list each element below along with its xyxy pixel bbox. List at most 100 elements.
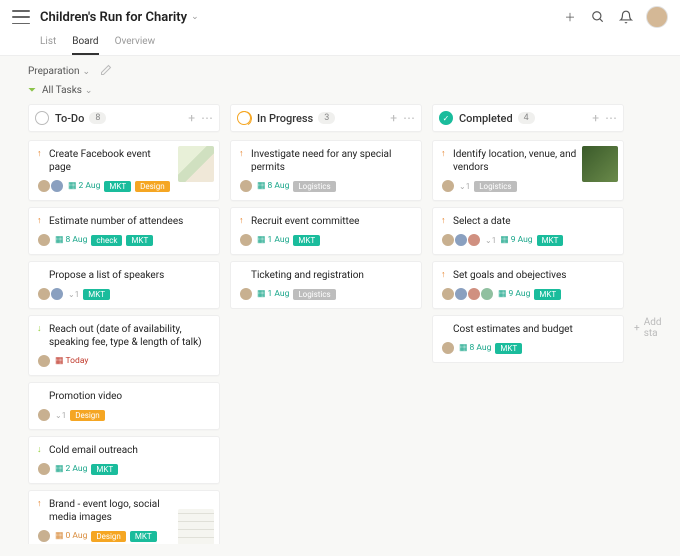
- card-title: Ticketing and registration: [251, 269, 364, 282]
- task-card[interactable]: ↑Set goals and obejectives▦9 AugMKT: [432, 261, 624, 309]
- task-card[interactable]: ↑Estimate number of attendees▦8 Augcheck…: [28, 207, 220, 255]
- tag-mkt: MKT: [130, 531, 157, 542]
- status-circle-icon: [35, 111, 49, 125]
- priority-up-icon: ↑: [37, 215, 45, 228]
- assignee-avatar: [239, 287, 253, 301]
- menu-icon[interactable]: [12, 10, 30, 24]
- priority-none: [37, 390, 45, 403]
- assignee-avatar: [50, 287, 64, 301]
- assignee-avatar: [454, 233, 468, 247]
- more-icon[interactable]: ⋯: [605, 111, 617, 125]
- card-title: Recruit event committee: [251, 215, 359, 228]
- tag-mkt: MKT: [104, 181, 131, 192]
- assignee-avatar: [441, 287, 455, 301]
- column: ✓Completed4+⋯↑Identify location, venue, …: [432, 104, 624, 544]
- assignee-avatar: [239, 233, 253, 247]
- card-title: Cold email outreach: [49, 444, 138, 457]
- card-title: Reach out (date of availability, speakin…: [49, 323, 211, 349]
- chevron-down-icon: ⌄: [83, 67, 91, 77]
- tag-mkt: MKT: [537, 235, 564, 246]
- task-card[interactable]: Cost estimates and budget▦8 AugMKT: [432, 315, 624, 363]
- tag-design: Design: [91, 531, 125, 542]
- priority-none: [441, 323, 449, 336]
- calendar-icon: ▦: [257, 289, 266, 299]
- priority-up-icon: ↑: [441, 148, 449, 174]
- subtask-count: ⌄1: [55, 411, 66, 420]
- task-card[interactable]: Promotion video ⌄1 Design: [28, 382, 220, 430]
- assignee-avatar: [37, 462, 51, 476]
- priority-up-icon: ↑: [37, 498, 45, 524]
- tab-board[interactable]: Board: [72, 32, 98, 55]
- assignee-avatar: [37, 529, 51, 543]
- task-card[interactable]: ↑Create Facebook event page▦2 AugMKTDesi…: [28, 140, 220, 201]
- task-card[interactable]: Propose a list of speakers⌄1MKT: [28, 261, 220, 309]
- card-title: Select a date: [453, 215, 511, 228]
- task-card[interactable]: ↑Recruit event committee▦1 AugMKT: [230, 207, 422, 255]
- project-title[interactable]: Children's Run for Charity ⌄: [40, 10, 199, 25]
- plus-icon: +: [634, 323, 640, 334]
- priority-up-icon: ↑: [441, 215, 449, 228]
- tab-list[interactable]: List: [40, 32, 56, 55]
- chevron-down-icon: ⌄: [85, 86, 93, 96]
- tab-overview[interactable]: Overview: [115, 32, 156, 55]
- add-card-icon[interactable]: +: [592, 111, 599, 125]
- search-icon[interactable]: [590, 9, 606, 25]
- priority-up-icon: ↑: [239, 148, 247, 174]
- tag-mkt: MKT: [126, 235, 153, 246]
- bell-icon[interactable]: [618, 9, 634, 25]
- assignee-avatar: [467, 287, 481, 301]
- tag-design: Design: [70, 410, 104, 421]
- plus-icon[interactable]: ＋: [562, 9, 578, 25]
- column-count: 4: [518, 112, 535, 124]
- task-card[interactable]: ↑Brand - event logo, social media images…: [28, 490, 220, 544]
- priority-down-icon: ↓: [37, 323, 45, 349]
- pencil-icon[interactable]: [100, 64, 112, 79]
- add-card-icon[interactable]: +: [390, 111, 397, 125]
- card-title: Promotion video: [49, 390, 122, 403]
- filter-selector[interactable]: ⏷ All Tasks ⌄: [28, 85, 668, 96]
- card-title: Set goals and obejectives: [453, 269, 566, 282]
- assignee-avatar: [37, 287, 51, 301]
- due-date: ▦8 Aug: [55, 235, 87, 245]
- add-card-icon[interactable]: +: [188, 111, 195, 125]
- calendar-icon: ▦: [257, 235, 266, 245]
- assignee-avatar: [37, 408, 51, 422]
- calendar-icon: ▦: [55, 464, 64, 474]
- task-card[interactable]: ↓Cold email outreach▦2 AugMKT: [28, 436, 220, 484]
- due-date: ▦9 Aug: [500, 235, 532, 245]
- task-card[interactable]: ↑Investigate need for any special permit…: [230, 140, 422, 201]
- status-progress-icon: [237, 111, 251, 125]
- more-icon[interactable]: ⋯: [201, 111, 213, 125]
- priority-up-icon: ↑: [239, 215, 247, 228]
- add-stage-button[interactable]: + Add sta: [634, 104, 668, 544]
- card-thumbnail: [582, 146, 618, 182]
- assignee-avatar: [441, 341, 455, 355]
- tag-logistics: Logistics: [293, 181, 335, 192]
- column-title: Completed: [459, 112, 513, 125]
- calendar-icon: ▦: [498, 289, 507, 299]
- group-selector[interactable]: Preparation ⌄: [28, 66, 90, 77]
- priority-up-icon: ↑: [441, 269, 449, 282]
- column-header: In Progress3+⋯: [230, 104, 422, 132]
- assignee-avatar: [441, 179, 455, 193]
- card-thumbnail: [178, 146, 214, 182]
- calendar-icon: ▦: [55, 235, 64, 245]
- column: In Progress3+⋯↑Investigate need for any …: [230, 104, 422, 544]
- task-card[interactable]: ↑Select a date⌄1▦9 AugMKT: [432, 207, 624, 255]
- assignee-avatar: [37, 233, 51, 247]
- task-card[interactable]: Ticketing and registration▦1 AugLogistic…: [230, 261, 422, 309]
- priority-none: [37, 269, 45, 282]
- add-stage-label: Add sta: [644, 317, 668, 339]
- task-card[interactable]: ↑Identify location, venue, and vendors⌄1…: [432, 140, 624, 201]
- due-date: ▦8 Aug: [257, 181, 289, 191]
- project-title-text: Children's Run for Charity: [40, 10, 187, 25]
- tag-mkt: MKT: [495, 343, 522, 354]
- user-avatar[interactable]: [646, 6, 668, 28]
- task-card[interactable]: ↓Reach out (date of availability, speaki…: [28, 315, 220, 376]
- funnel-icon: ⏷: [28, 85, 36, 96]
- card-title: Estimate number of attendees: [49, 215, 183, 228]
- tag-mkt: MKT: [534, 289, 561, 300]
- more-icon[interactable]: ⋯: [403, 111, 415, 125]
- column-title: To-Do: [55, 112, 84, 125]
- card-title: Identify location, venue, and vendors: [453, 148, 579, 174]
